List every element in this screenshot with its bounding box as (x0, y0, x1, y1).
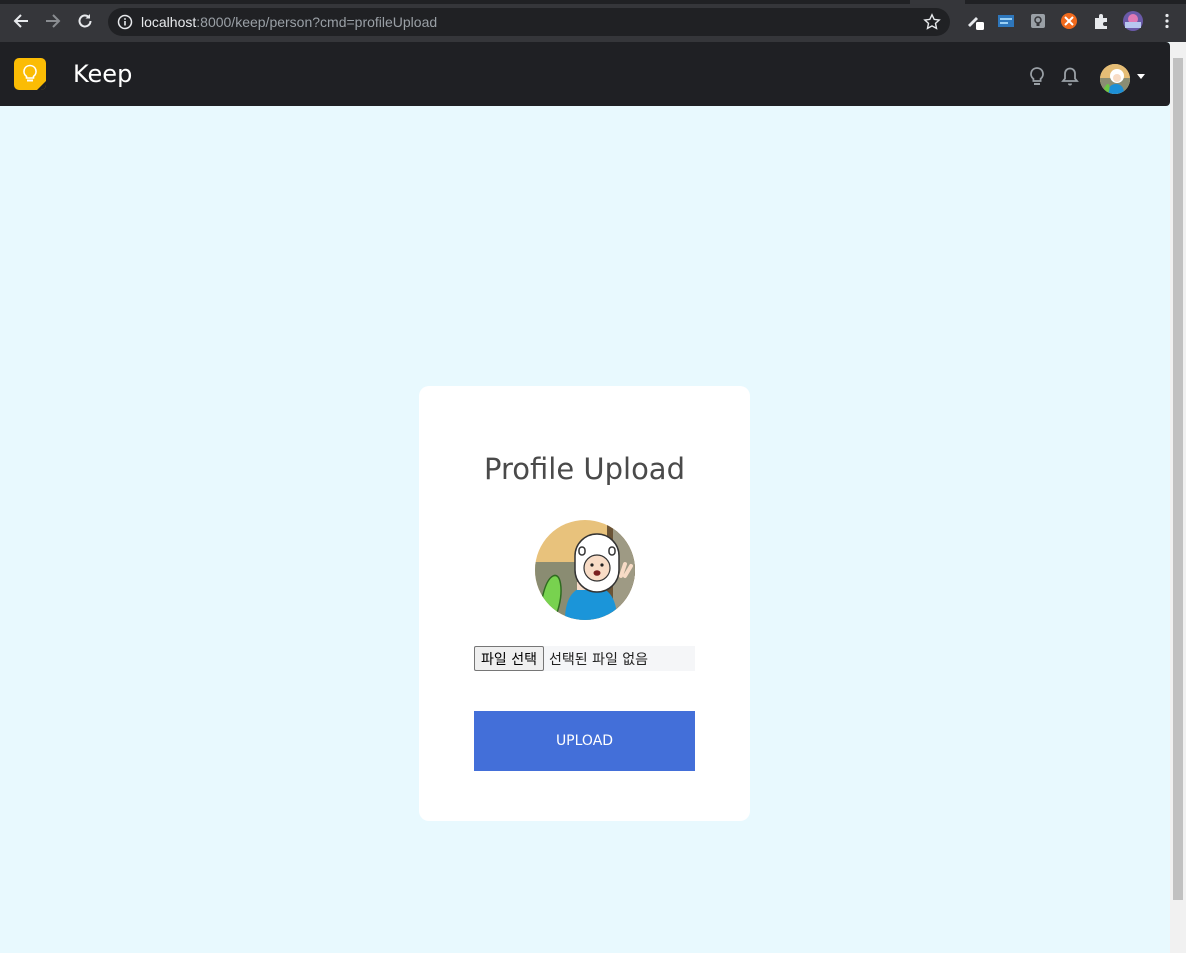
file-input[interactable]: 파일 선택 선택된 파일 없음 (474, 646, 695, 671)
browser-menu-icon[interactable] (1158, 12, 1176, 30)
reload-icon[interactable] (74, 10, 96, 32)
choose-file-button[interactable]: 파일 선택 (474, 646, 544, 671)
orange-extension-icon[interactable] (1060, 12, 1078, 30)
profile-icon[interactable] (1122, 10, 1144, 32)
keep-extension-icon[interactable] (1029, 12, 1047, 30)
card-extension-icon[interactable] (997, 12, 1015, 30)
keep-logo[interactable] (14, 58, 46, 90)
bell-icon[interactable] (1060, 66, 1080, 88)
scroll-thumb[interactable] (1173, 58, 1183, 900)
url-text: localhost:8000/keep/person?cmd=profileUp… (141, 14, 437, 30)
chevron-down-icon[interactable] (1137, 74, 1145, 79)
page-scrollbar[interactable] (1170, 42, 1186, 953)
lightbulb-icon[interactable] (1027, 66, 1047, 88)
bookmark-star-icon[interactable] (923, 13, 941, 31)
back-icon[interactable] (10, 10, 32, 32)
browser-toolbar: localhost:8000/keep/person?cmd=profileUp… (0, 0, 1186, 42)
file-status-text: 선택된 파일 없음 (548, 651, 649, 668)
lightbulb-logo-icon (23, 64, 37, 82)
app-navbar: Keep (0, 42, 1170, 106)
forward-icon[interactable] (42, 10, 64, 32)
user-avatar[interactable] (1100, 64, 1130, 94)
info-icon[interactable] (117, 14, 133, 30)
pen-extension-icon[interactable] (966, 12, 984, 30)
upload-button[interactable]: UPLOAD (474, 711, 695, 771)
url-path: :8000/keep/person?cmd=profileUpload (196, 14, 438, 30)
url-host: localhost (141, 14, 197, 30)
address-bar[interactable]: localhost:8000/keep/person?cmd=profileUp… (108, 8, 950, 36)
brand-name[interactable]: Keep (73, 60, 132, 88)
profile-image (535, 520, 635, 620)
profile-upload-card: Profile Upload 파일 선택 선택된 파일 없음 UPLOAD (419, 386, 750, 821)
extensions-puzzle-icon[interactable] (1092, 12, 1110, 30)
card-title: Profile Upload (483, 452, 685, 486)
